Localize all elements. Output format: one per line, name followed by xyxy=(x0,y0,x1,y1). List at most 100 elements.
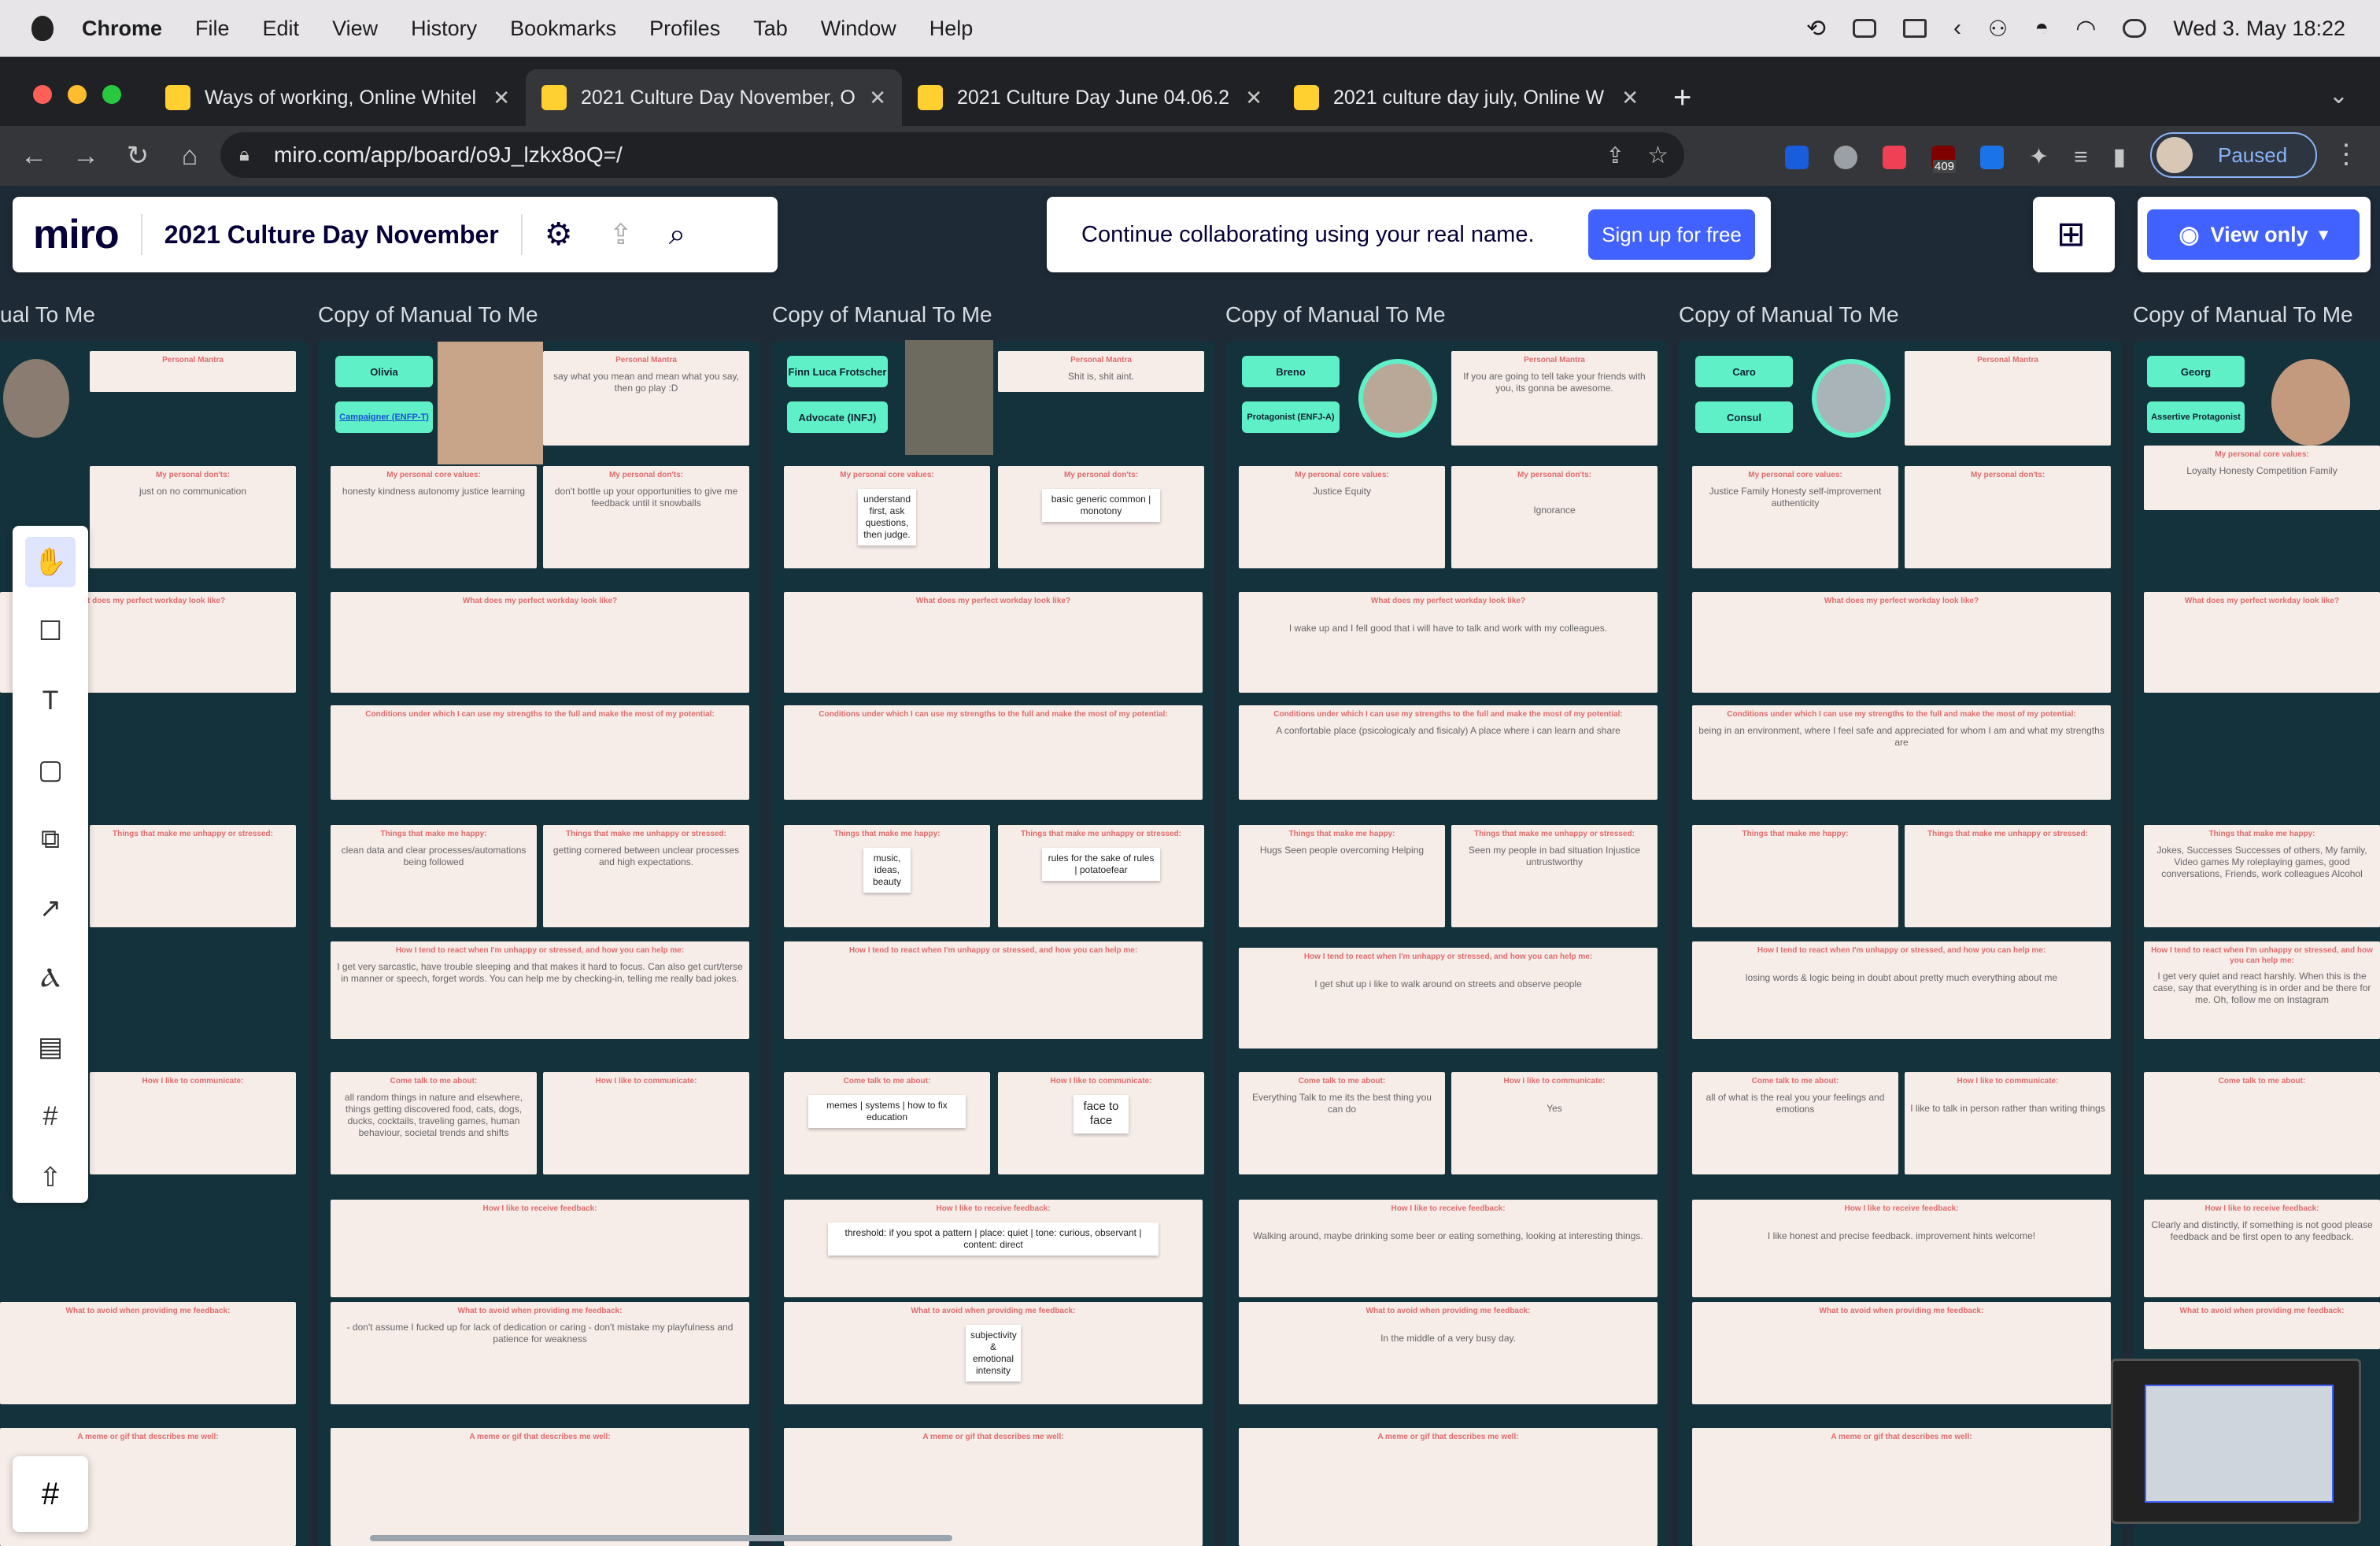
menu-help[interactable]: Help xyxy=(929,17,974,41)
ghostery-icon[interactable] xyxy=(1834,145,1857,169)
menu-tab[interactable]: Tab xyxy=(753,17,788,41)
card-avoid: What to avoid when providing me feedback… xyxy=(2144,1302,2380,1349)
frame-label[interactable]: ual To Me xyxy=(0,302,95,327)
vpn-icon[interactable]: ◓ xyxy=(2034,15,2049,42)
shapes-icon[interactable]: ⧉ xyxy=(25,814,76,864)
card-values: My personal core values: Justice Equity xyxy=(1239,466,1445,568)
frame-label[interactable]: Copy of Manual To Me xyxy=(772,302,992,327)
horizontal-scrollbar[interactable] xyxy=(370,1535,952,1541)
board-title[interactable]: 2021 Culture Day November xyxy=(164,220,499,250)
frame-tool-icon[interactable]: # xyxy=(25,1091,76,1141)
control-center-icon[interactable] xyxy=(2123,19,2147,38)
apple-icon[interactable] xyxy=(31,16,54,41)
templates-icon[interactable]: ▤ xyxy=(25,1022,76,1072)
connection-line-icon[interactable]: ↗ xyxy=(25,883,76,934)
zoom-window-button[interactable] xyxy=(102,85,121,104)
close-window-button[interactable] xyxy=(33,85,52,104)
sticky-note: threshold: if you spot a pattern | place… xyxy=(828,1222,1159,1256)
menu-app-name[interactable]: Chrome xyxy=(82,17,162,41)
board-minimap[interactable] xyxy=(2111,1359,2361,1524)
browser-tab[interactable]: Ways of working, Online Whitel ✕ xyxy=(150,69,526,126)
browser-tab[interactable]: 2021 culture day july, Online W ✕ xyxy=(1278,69,1654,126)
control-icon[interactable]: ⚇ xyxy=(1988,16,2008,42)
name-badge: Breno xyxy=(1242,356,1340,387)
browser-tab-active[interactable]: 2021 Culture Day November, O ✕ xyxy=(526,69,902,126)
forward-icon[interactable]: → xyxy=(60,141,112,172)
menu-profiles[interactable]: Profiles xyxy=(649,17,720,41)
card-happy: Things that make me happy: Jokes, Success… xyxy=(2144,825,2380,927)
card-talk: Come talk to me about: all of what is the… xyxy=(1692,1072,1898,1174)
sticky-note: memes | systems | how to fix education xyxy=(808,1094,966,1128)
tab-search-icon[interactable]: ⌄ xyxy=(2329,82,2349,109)
extensions-area: 409 ✦ ≡ ▮ xyxy=(1785,143,2127,173)
frames-panel-icon[interactable]: # xyxy=(13,1456,88,1532)
time-machine-icon[interactable]: ⟲ xyxy=(1806,15,1826,43)
text-tool-icon[interactable]: T xyxy=(25,675,76,726)
tab-title: 2021 culture day july, Online W xyxy=(1333,86,1605,109)
menu-history[interactable]: History xyxy=(411,17,477,41)
menu-window[interactable]: Window xyxy=(821,17,896,41)
card-workday: What does my perfect workday look like? xyxy=(2144,592,2380,693)
close-tab-icon[interactable]: ✕ xyxy=(869,86,886,110)
miro-favicon-icon xyxy=(165,85,190,110)
bookmark-star-icon[interactable]: ☆ xyxy=(1647,142,1669,169)
card-talk: Come talk to me about: xyxy=(2144,1072,2380,1174)
pen-icon[interactable]: Ⲁ xyxy=(25,952,76,1003)
search-icon[interactable]: ⌕ xyxy=(669,218,686,252)
view-only-button[interactable]: ◉ View only ▾ xyxy=(2147,209,2360,260)
pocket-icon[interactable] xyxy=(1883,145,1906,169)
card-talk: Come talk to me about: Everything Talk to… xyxy=(1239,1072,1445,1174)
back-icon[interactable]: ← xyxy=(8,141,60,172)
divider xyxy=(140,214,142,255)
profile-photo xyxy=(2271,359,2350,446)
upload-icon[interactable]: ⇧ xyxy=(25,1152,76,1203)
tab-list: Ways of working, Online Whitel ✕ 2021 Cul… xyxy=(150,69,1691,126)
chevron-left-icon[interactable]: ‹ xyxy=(1953,15,1961,42)
card-avoid: What to avoid when providing me feedback… xyxy=(331,1302,749,1404)
browser-tab[interactable]: 2021 Culture Day June 04.06.2 ✕ xyxy=(902,69,1278,126)
signup-button[interactable]: Sign up for free xyxy=(1588,209,1755,260)
puzzle-icon[interactable]: ✦ xyxy=(2029,143,2049,171)
card-conditions: Conditions under which I can use my stre… xyxy=(1239,705,1658,800)
share-icon[interactable]: ⇪ xyxy=(1606,142,1624,168)
miro-logo[interactable]: miro xyxy=(33,211,120,258)
export-icon[interactable]: ⇪ xyxy=(609,218,633,251)
reading-list-icon[interactable]: ≡ xyxy=(2074,144,2088,171)
hand-tool-icon[interactable]: ✋ xyxy=(25,537,76,587)
extension-icon[interactable] xyxy=(1980,145,2004,169)
chrome-menu-icon[interactable]: ⋮ xyxy=(2333,139,2360,170)
menu-bookmarks[interactable]: Bookmarks xyxy=(510,17,616,41)
menu-file[interactable]: File xyxy=(195,17,230,41)
new-tab-icon[interactable]: + xyxy=(1673,69,1691,126)
site-info-icon[interactable]: 🔒︎ xyxy=(239,144,249,166)
view-only-panel: ◉ View only ▾ xyxy=(2138,197,2371,272)
ublock-icon[interactable]: 409 xyxy=(1931,145,1957,173)
settings-gear-icon[interactable]: ⚙ xyxy=(545,216,573,253)
menu-view[interactable]: View xyxy=(332,17,378,41)
frame-label[interactable]: Copy of Manual To Me xyxy=(2133,302,2353,327)
keyboard-icon[interactable] xyxy=(1902,19,1927,38)
address-bar[interactable]: 🔒︎ miro.com/app/board/o9J_lzkx8oQ=/ ⇪ ☆ xyxy=(220,132,1684,178)
clock[interactable]: Wed 3. May 18:22 xyxy=(2173,17,2345,41)
home-icon[interactable]: ⌂ xyxy=(164,141,216,172)
frame-label[interactable]: Copy of Manual To Me xyxy=(1225,302,1446,327)
close-tab-icon[interactable]: ✕ xyxy=(1621,86,1639,110)
profile-button[interactable]: Paused xyxy=(2150,132,2317,178)
battery-icon[interactable] xyxy=(1852,19,1876,38)
comment-tool-icon[interactable]: ☐ xyxy=(25,606,76,656)
apps-button[interactable]: ⊞ xyxy=(2033,197,2115,272)
signup-text: Continue collaborating using your real n… xyxy=(1081,221,1535,247)
card-values: My personal core values: Loyalty Honesty … xyxy=(2144,446,2380,510)
frame-label[interactable]: Copy of Manual To Me xyxy=(1679,302,1899,327)
close-tab-icon[interactable]: ✕ xyxy=(1245,86,1262,110)
sticky-note-icon[interactable]: ▢ xyxy=(25,745,76,795)
tab-title: 2021 Culture Day November, O xyxy=(581,86,856,109)
side-panel-icon[interactable]: ▮ xyxy=(2113,143,2127,171)
menu-edit[interactable]: Edit xyxy=(263,17,300,41)
wifi-icon[interactable]: ◠ xyxy=(2075,15,2096,43)
bitwarden-icon[interactable] xyxy=(1785,145,1809,169)
reload-icon[interactable]: ↻ xyxy=(112,140,164,172)
close-tab-icon[interactable]: ✕ xyxy=(493,86,510,110)
minimize-window-button[interactable] xyxy=(68,85,87,104)
frame-label[interactable]: Copy of Manual To Me xyxy=(318,302,538,327)
